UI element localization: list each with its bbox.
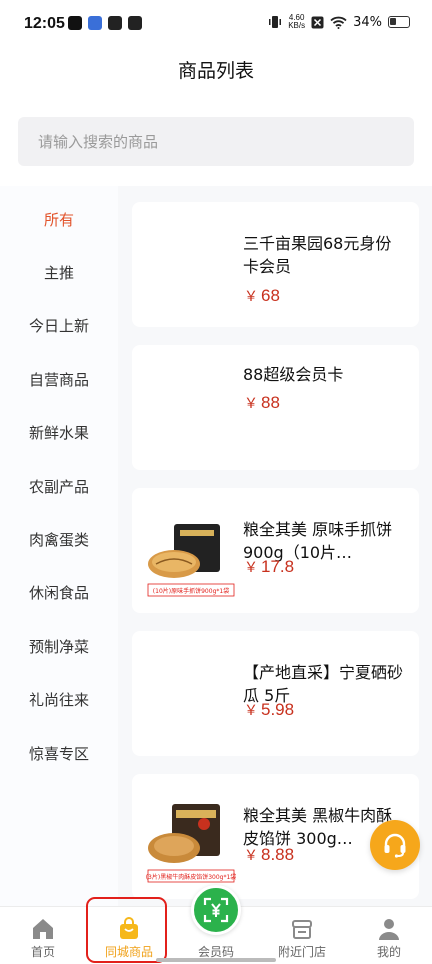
home-indicator[interactable] xyxy=(156,958,276,962)
highlight-annotation-box xyxy=(86,897,167,963)
price-value: 5.98 xyxy=(261,700,295,719)
search-input[interactable] xyxy=(18,117,414,166)
customer-support-button[interactable] xyxy=(370,820,420,870)
product-card[interactable]: 88超级会员卡 ￥ 88 xyxy=(132,345,419,470)
app-notification-icon xyxy=(88,16,102,30)
price-value: 68 xyxy=(261,286,280,305)
product-image: (10片)原味手抓饼900g*1袋 xyxy=(144,504,238,602)
category-item-surprise[interactable]: 惊喜专区 xyxy=(0,734,118,774)
page-title: 商品列表 xyxy=(177,60,254,82)
category-item-meat-eggs[interactable]: 肉禽蛋类 xyxy=(0,520,118,560)
product-list: 三千亩果园68元身份卡会员 ￥ 68 88超级会员卡 ￥ 88 (10片)原味手抓饼… xyxy=(132,186,420,906)
status-time: 12:05 xyxy=(24,15,65,32)
link-app-icon xyxy=(108,16,122,30)
product-image-caption: (10片)原味手抓饼900g*1袋 xyxy=(153,587,229,595)
wifi-icon xyxy=(330,16,347,29)
nav-mine[interactable]: 我的 xyxy=(346,907,432,964)
price-value: 17.8 xyxy=(261,557,295,576)
content-area: 所有 主推 今日上新 自营商品 新鲜水果 农副产品 肉禽蛋类 休闲食品 预制净菜… xyxy=(0,186,432,906)
price-currency: ￥ xyxy=(244,288,258,304)
price-currency: ￥ xyxy=(244,702,258,718)
nav-home[interactable]: 首页 xyxy=(0,907,86,964)
user-icon xyxy=(379,919,399,940)
category-item-self-operated[interactable]: 自营商品 xyxy=(0,360,118,400)
product-price: ￥ 5.98 xyxy=(244,700,294,720)
mail-icon xyxy=(128,16,142,30)
category-item-prepared-dishes[interactable]: 预制净菜 xyxy=(0,627,118,667)
product-name: 三千亩果园68元身份卡会员 xyxy=(243,234,392,276)
battery-icon xyxy=(388,16,410,28)
net-speed-unit: KB/s xyxy=(288,21,306,30)
category-item-all[interactable]: 所有 xyxy=(0,200,118,240)
price-value: 8.88 xyxy=(261,845,295,864)
home-icon xyxy=(33,919,53,939)
nav-nearby-stores[interactable]: 附近门店 xyxy=(259,907,345,964)
product-price: ￥ 68 xyxy=(244,286,280,306)
nav-mine-label: 我的 xyxy=(376,945,401,959)
headset-icon xyxy=(384,833,406,858)
price-value: 88 xyxy=(261,393,280,412)
price-currency: ￥ xyxy=(244,559,258,575)
product-price: ￥ 8.88 xyxy=(244,845,294,865)
category-item-snacks[interactable]: 休闲食品 xyxy=(0,573,118,613)
product-price: ￥ 17.8 xyxy=(244,557,294,577)
category-item-farm-products[interactable]: 农副产品 xyxy=(0,467,118,507)
battery-percent: 34% xyxy=(353,14,382,30)
no-sim-icon xyxy=(311,16,324,28)
status-bar: 12:05 4.60 KB/s 34% xyxy=(0,0,432,50)
product-card[interactable]: 【产地直采】宁夏硒砂瓜 5斤 ￥ 5.98 xyxy=(132,631,419,756)
net-speed: 4.60 KB/s xyxy=(288,14,305,30)
product-card[interactable]: (10片)原味手抓饼900g*1袋 粮全其美 原味手抓饼 900g（10片… ￥… xyxy=(132,488,419,613)
category-item-gifts[interactable]: 礼尚往来 xyxy=(0,680,118,720)
member-code-icon xyxy=(203,897,229,923)
store-icon xyxy=(292,920,312,939)
category-item-new-today[interactable]: 今日上新 xyxy=(0,306,118,346)
product-image: (3片)黑椒牛肉酥皮馅饼300g*1袋 xyxy=(144,790,238,888)
status-right: 4.60 KB/s 34% xyxy=(268,14,410,30)
product-name: 88超级会员卡 xyxy=(243,365,344,384)
product-card[interactable]: 三千亩果园68元身份卡会员 ￥ 68 xyxy=(132,202,419,327)
category-sidebar: 所有 主推 今日上新 自营商品 新鲜水果 农副产品 肉禽蛋类 休闲食品 预制净菜… xyxy=(0,186,118,906)
notification-icons xyxy=(68,16,142,30)
member-code-button[interactable] xyxy=(191,885,241,935)
product-image-caption: (3片)黑椒牛肉酥皮馅饼300g*1袋 xyxy=(146,873,237,881)
category-item-featured[interactable]: 主推 xyxy=(0,253,118,293)
nav-home-label: 首页 xyxy=(30,945,55,959)
product-price: ￥ 88 xyxy=(244,393,280,413)
price-currency: ￥ xyxy=(244,395,258,411)
tiktok-icon xyxy=(68,16,82,30)
vibrate-icon xyxy=(269,16,282,28)
category-item-fresh-fruit[interactable]: 新鲜水果 xyxy=(0,413,118,453)
flatbread-package-image: (10片)原味手抓饼900g*1袋 xyxy=(144,504,238,602)
price-currency: ￥ xyxy=(244,847,258,863)
meat-pie-package-image: (3片)黑椒牛肉酥皮馅饼300g*1袋 xyxy=(144,790,238,888)
